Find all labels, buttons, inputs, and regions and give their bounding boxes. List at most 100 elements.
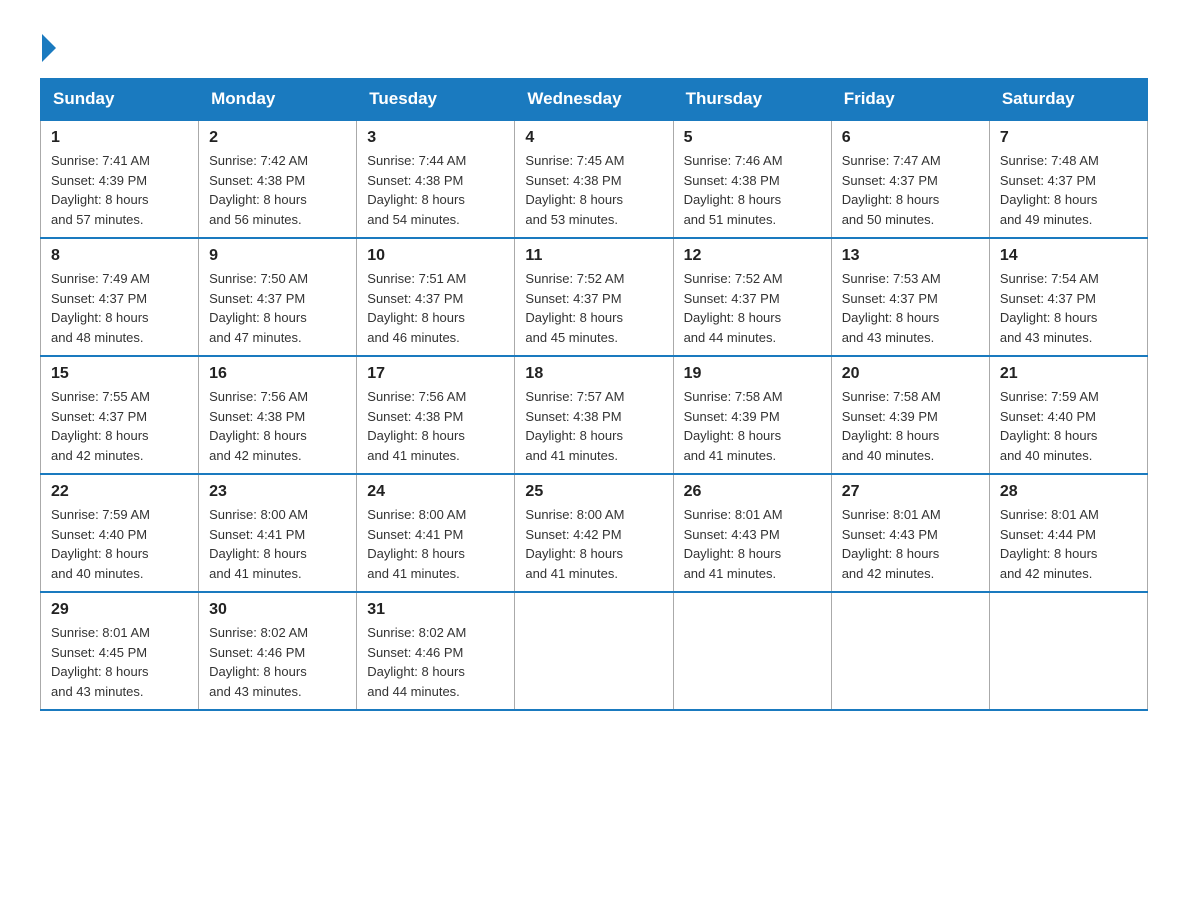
calendar-cell: 2 Sunrise: 7:42 AMSunset: 4:38 PMDaylight… [199,120,357,238]
day-number: 8 [51,247,188,265]
day-number: 4 [525,129,662,147]
col-header-monday: Monday [199,79,357,121]
day-number: 15 [51,365,188,383]
day-info: Sunrise: 7:51 AMSunset: 4:37 PMDaylight:… [367,269,504,347]
day-number: 3 [367,129,504,147]
day-info: Sunrise: 7:49 AMSunset: 4:37 PMDaylight:… [51,269,188,347]
calendar-cell: 31 Sunrise: 8:02 AMSunset: 4:46 PMDayligh… [357,592,515,710]
week-row-1: 1 Sunrise: 7:41 AMSunset: 4:39 PMDaylight… [41,120,1148,238]
week-row-3: 15 Sunrise: 7:55 AMSunset: 4:37 PMDayligh… [41,356,1148,474]
calendar-cell: 15 Sunrise: 7:55 AMSunset: 4:37 PMDayligh… [41,356,199,474]
calendar-cell: 25 Sunrise: 8:00 AMSunset: 4:42 PMDayligh… [515,474,673,592]
calendar-cell: 23 Sunrise: 8:00 AMSunset: 4:41 PMDayligh… [199,474,357,592]
day-number: 18 [525,365,662,383]
calendar-cell [673,592,831,710]
day-number: 6 [842,129,979,147]
calendar-cell: 16Sunrise: 7:56 AMSunset: 4:38 PMDayligh… [199,356,357,474]
calendar-cell: 21 Sunrise: 7:59 AMSunset: 4:40 PMDayligh… [989,356,1147,474]
day-info: Sunrise: 7:41 AMSunset: 4:39 PMDaylight:… [51,151,188,229]
calendar-cell: 29Sunrise: 8:01 AMSunset: 4:45 PMDayligh… [41,592,199,710]
day-info: Sunrise: 8:00 AMSunset: 4:42 PMDaylight:… [525,505,662,583]
day-number: 5 [684,129,821,147]
day-number: 7 [1000,129,1137,147]
day-info: Sunrise: 8:01 AMSunset: 4:44 PMDaylight:… [1000,505,1137,583]
calendar-cell: 19 Sunrise: 7:58 AMSunset: 4:39 PMDayligh… [673,356,831,474]
calendar-cell: 7Sunrise: 7:48 AMSunset: 4:37 PMDaylight… [989,120,1147,238]
day-number: 30 [209,601,346,619]
day-number: 10 [367,247,504,265]
day-info: Sunrise: 7:55 AMSunset: 4:37 PMDaylight:… [51,387,188,465]
calendar-cell: 26 Sunrise: 8:01 AMSunset: 4:43 PMDayligh… [673,474,831,592]
calendar-cell: 3 Sunrise: 7:44 AMSunset: 4:38 PMDaylight… [357,120,515,238]
day-number: 1 [51,129,188,147]
day-info: Sunrise: 7:44 AMSunset: 4:38 PMDaylight:… [367,151,504,229]
week-row-2: 8 Sunrise: 7:49 AMSunset: 4:37 PMDaylight… [41,238,1148,356]
day-info: Sunrise: 8:01 AMSunset: 4:43 PMDaylight:… [842,505,979,583]
day-info: Sunrise: 7:53 AMSunset: 4:37 PMDaylight:… [842,269,979,347]
calendar-cell: 27 Sunrise: 8:01 AMSunset: 4:43 PMDayligh… [831,474,989,592]
calendar-cell: 14Sunrise: 7:54 AMSunset: 4:37 PMDayligh… [989,238,1147,356]
day-info: Sunrise: 7:46 AMSunset: 4:38 PMDaylight:… [684,151,821,229]
day-number: 24 [367,483,504,501]
calendar-cell: 9Sunrise: 7:50 AMSunset: 4:37 PMDaylight… [199,238,357,356]
day-number: 26 [684,483,821,501]
day-info: Sunrise: 7:52 AMSunset: 4:37 PMDaylight:… [684,269,821,347]
week-row-4: 22Sunrise: 7:59 AMSunset: 4:40 PMDayligh… [41,474,1148,592]
calendar-header: SundayMondayTuesdayWednesdayThursdayFrid… [41,79,1148,121]
day-number: 23 [209,483,346,501]
day-info: Sunrise: 8:00 AMSunset: 4:41 PMDaylight:… [209,505,346,583]
day-info: Sunrise: 7:52 AMSunset: 4:37 PMDaylight:… [525,269,662,347]
day-info: Sunrise: 7:58 AMSunset: 4:39 PMDaylight:… [842,387,979,465]
day-info: Sunrise: 8:00 AMSunset: 4:41 PMDaylight:… [367,505,504,583]
day-info: Sunrise: 7:47 AMSunset: 4:37 PMDaylight:… [842,151,979,229]
day-info: Sunrise: 8:01 AMSunset: 4:43 PMDaylight:… [684,505,821,583]
day-info: Sunrise: 7:59 AMSunset: 4:40 PMDaylight:… [51,505,188,583]
calendar-cell [831,592,989,710]
calendar-cell: 20 Sunrise: 7:58 AMSunset: 4:39 PMDayligh… [831,356,989,474]
day-number: 29 [51,601,188,619]
day-number: 16 [209,365,346,383]
calendar-cell: 10 Sunrise: 7:51 AMSunset: 4:37 PMDayligh… [357,238,515,356]
day-number: 27 [842,483,979,501]
col-header-wednesday: Wednesday [515,79,673,121]
day-number: 19 [684,365,821,383]
day-number: 2 [209,129,346,147]
day-number: 25 [525,483,662,501]
calendar-cell [515,592,673,710]
calendar-cell: 24 Sunrise: 8:00 AMSunset: 4:41 PMDayligh… [357,474,515,592]
col-header-sunday: Sunday [41,79,199,121]
day-number: 20 [842,365,979,383]
calendar-cell: 28 Sunrise: 8:01 AMSunset: 4:44 PMDayligh… [989,474,1147,592]
calendar-body: 1 Sunrise: 7:41 AMSunset: 4:39 PMDaylight… [41,120,1148,710]
day-info: Sunrise: 7:56 AMSunset: 4:38 PMDaylight:… [367,387,504,465]
day-info: Sunrise: 7:42 AMSunset: 4:38 PMDaylight:… [209,151,346,229]
day-info: Sunrise: 8:02 AMSunset: 4:46 PMDaylight:… [209,623,346,701]
calendar-cell: 4 Sunrise: 7:45 AMSunset: 4:38 PMDaylight… [515,120,673,238]
day-number: 21 [1000,365,1137,383]
day-number: 28 [1000,483,1137,501]
day-info: Sunrise: 7:59 AMSunset: 4:40 PMDaylight:… [1000,387,1137,465]
logo-arrow-icon [42,34,56,62]
calendar-cell: 12 Sunrise: 7:52 AMSunset: 4:37 PMDayligh… [673,238,831,356]
day-header-row: SundayMondayTuesdayWednesdayThursdayFrid… [41,79,1148,121]
calendar-cell: 6 Sunrise: 7:47 AMSunset: 4:37 PMDaylight… [831,120,989,238]
day-number: 12 [684,247,821,265]
calendar-table: SundayMondayTuesdayWednesdayThursdayFrid… [40,78,1148,711]
day-number: 14 [1000,247,1137,265]
day-info: Sunrise: 7:57 AMSunset: 4:38 PMDaylight:… [525,387,662,465]
day-info: Sunrise: 7:50 AMSunset: 4:37 PMDaylight:… [209,269,346,347]
day-number: 11 [525,247,662,265]
calendar-cell: 13 Sunrise: 7:53 AMSunset: 4:37 PMDayligh… [831,238,989,356]
day-info: Sunrise: 8:02 AMSunset: 4:46 PMDaylight:… [367,623,504,701]
calendar-cell: 18 Sunrise: 7:57 AMSunset: 4:38 PMDayligh… [515,356,673,474]
page-header [40,30,1148,58]
day-number: 17 [367,365,504,383]
day-info: Sunrise: 7:45 AMSunset: 4:38 PMDaylight:… [525,151,662,229]
day-number: 31 [367,601,504,619]
calendar-cell: 1 Sunrise: 7:41 AMSunset: 4:39 PMDaylight… [41,120,199,238]
col-header-thursday: Thursday [673,79,831,121]
day-info: Sunrise: 7:58 AMSunset: 4:39 PMDaylight:… [684,387,821,465]
calendar-cell: 30 Sunrise: 8:02 AMSunset: 4:46 PMDayligh… [199,592,357,710]
day-number: 13 [842,247,979,265]
calendar-cell: 22Sunrise: 7:59 AMSunset: 4:40 PMDayligh… [41,474,199,592]
